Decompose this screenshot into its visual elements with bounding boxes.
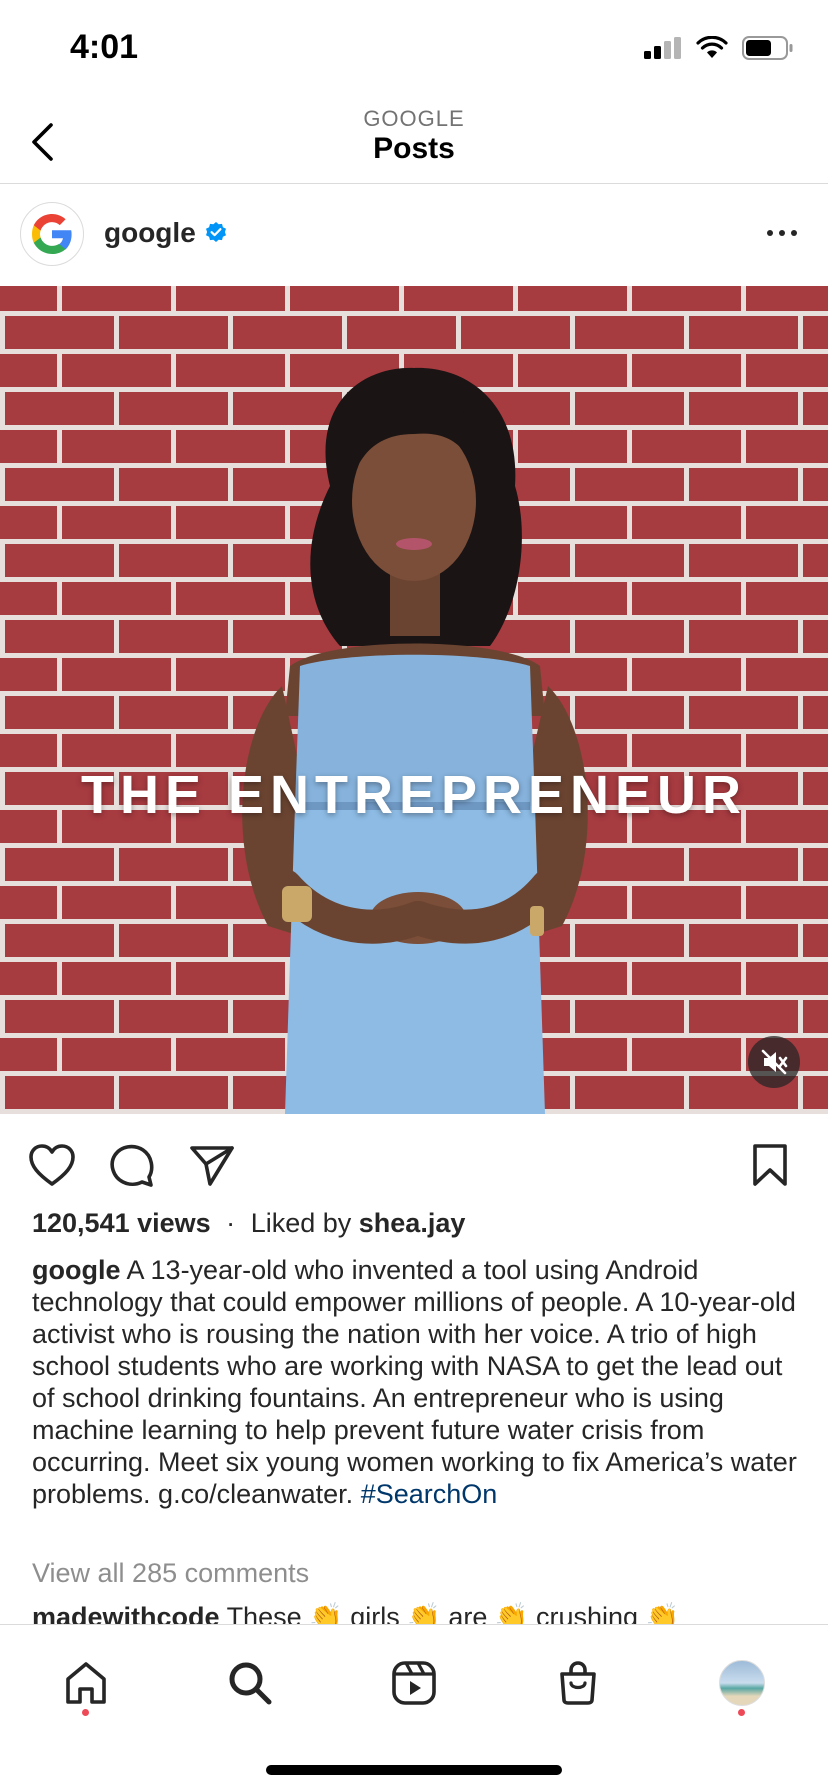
- comment-button[interactable]: [107, 1140, 157, 1190]
- page-header: GOOGLE Posts: [0, 100, 828, 184]
- reels-icon: [392, 1661, 436, 1705]
- tab-search[interactable]: [220, 1653, 280, 1713]
- google-logo-icon: [32, 214, 72, 254]
- post-video[interactable]: THE ENTREPRENEUR: [0, 286, 828, 1114]
- tab-shop[interactable]: [548, 1653, 608, 1713]
- view-all-comments-link[interactable]: View all 285 comments: [32, 1558, 309, 1589]
- more-options-button[interactable]: [762, 221, 802, 245]
- home-icon: [66, 1662, 106, 1704]
- share-button[interactable]: [187, 1140, 237, 1190]
- video-overlay-title: THE ENTREPRENEUR: [80, 765, 748, 825]
- profile-avatar: [719, 1660, 765, 1706]
- video-subject-figure: [242, 367, 588, 1114]
- tab-profile[interactable]: [712, 1653, 772, 1713]
- separator: ·: [226, 1208, 236, 1238]
- tab-home[interactable]: [56, 1653, 116, 1713]
- post-header: google: [0, 185, 828, 285]
- more-dot-icon: [767, 230, 773, 236]
- cellular-signal-icon: [644, 37, 681, 59]
- save-button[interactable]: [745, 1140, 795, 1190]
- page-title: Posts: [373, 132, 455, 165]
- status-bar: 4:01: [0, 0, 828, 100]
- caption-username[interactable]: google: [32, 1255, 121, 1285]
- more-dot-icon: [779, 230, 785, 236]
- comment-preview: madewithcode These 👏 girls 👏 are 👏 crush…: [32, 1600, 812, 1626]
- bottom-tab-bar: [0, 1624, 828, 1792]
- post-actions: [0, 1114, 828, 1210]
- wifi-icon: [696, 36, 728, 58]
- views-and-likes: 120,541 views · Liked by shea.jay: [32, 1208, 465, 1239]
- profile-notification-dot: [738, 1709, 745, 1716]
- verified-badge-icon: [206, 222, 226, 242]
- post-username[interactable]: google: [104, 217, 196, 249]
- avatar[interactable]: [20, 202, 84, 266]
- view-count[interactable]: 120,541 views: [32, 1208, 211, 1238]
- caption-text: A 13-year-old who invented a tool using …: [32, 1255, 797, 1509]
- hashtag-link[interactable]: #SearchOn: [361, 1479, 498, 1509]
- status-icons: [644, 36, 794, 60]
- liked-by-label: Liked by: [250, 1208, 352, 1238]
- paper-plane-icon: [190, 1146, 234, 1186]
- shop-icon: [560, 1661, 596, 1705]
- bookmark-icon: [753, 1144, 787, 1186]
- more-dot-icon: [791, 230, 797, 236]
- tab-reels[interactable]: [384, 1653, 444, 1713]
- like-button[interactable]: [27, 1140, 77, 1190]
- home-notification-dot: [82, 1709, 89, 1716]
- mute-toggle-button[interactable]: [748, 1036, 800, 1088]
- heart-icon: [29, 1144, 75, 1186]
- comment-username[interactable]: madewithcode: [32, 1602, 220, 1626]
- search-icon: [229, 1662, 272, 1705]
- speaker-muted-icon: [761, 1049, 788, 1075]
- battery-icon: [742, 36, 793, 60]
- post-caption: google A 13-year-old who invented a tool…: [32, 1254, 802, 1510]
- home-indicator: [266, 1765, 562, 1775]
- liked-by-user[interactable]: shea.jay: [359, 1208, 466, 1238]
- comment-text: These 👏 girls 👏 are 👏 crushing 👏: [226, 1602, 680, 1626]
- header-account-name: GOOGLE: [363, 106, 465, 131]
- status-time: 4:01: [70, 28, 139, 66]
- comment-icon: [110, 1144, 154, 1187]
